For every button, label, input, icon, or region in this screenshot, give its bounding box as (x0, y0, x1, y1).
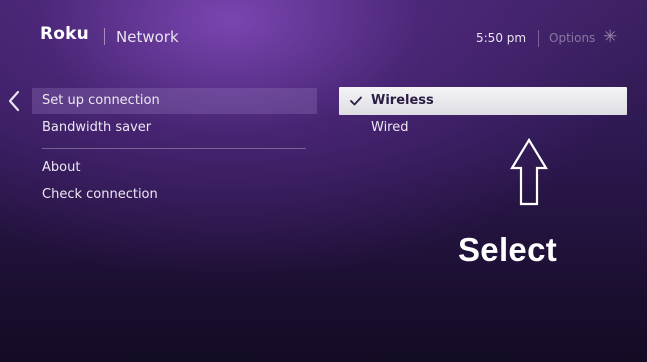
menu-item-label: Set up connection (42, 93, 160, 108)
page-title: Network (116, 28, 179, 46)
up-arrow-icon (510, 138, 548, 206)
menu-item-check-connection[interactable]: Check connection (32, 182, 317, 208)
menu-item-set-up-connection[interactable]: Set up connection (32, 88, 317, 114)
clock: 5:50 pm (476, 31, 527, 45)
option-wired[interactable]: Wired (339, 114, 627, 142)
chevron-left-icon[interactable] (6, 90, 22, 112)
menu-item-bandwidth-saver[interactable]: Bandwidth saver (32, 115, 317, 141)
options-divider (538, 30, 539, 47)
roku-logo: Roku (40, 24, 89, 44)
checkmark-icon (350, 96, 362, 106)
option-wireless[interactable]: Wireless (339, 87, 627, 115)
menu-item-label: Check connection (42, 187, 158, 202)
menu-item-about[interactable]: About (32, 155, 317, 181)
menu-divider (42, 148, 306, 149)
option-label: Wireless (371, 93, 434, 108)
select-annotation: Select (458, 231, 558, 268)
option-label: Wired (371, 120, 409, 135)
options-label: Options (549, 31, 596, 45)
menu-item-label: About (42, 160, 81, 175)
title-divider (104, 28, 105, 45)
asterisk-icon[interactable]: ✳ (603, 29, 617, 46)
menu-item-label: Bandwidth saver (42, 120, 152, 135)
